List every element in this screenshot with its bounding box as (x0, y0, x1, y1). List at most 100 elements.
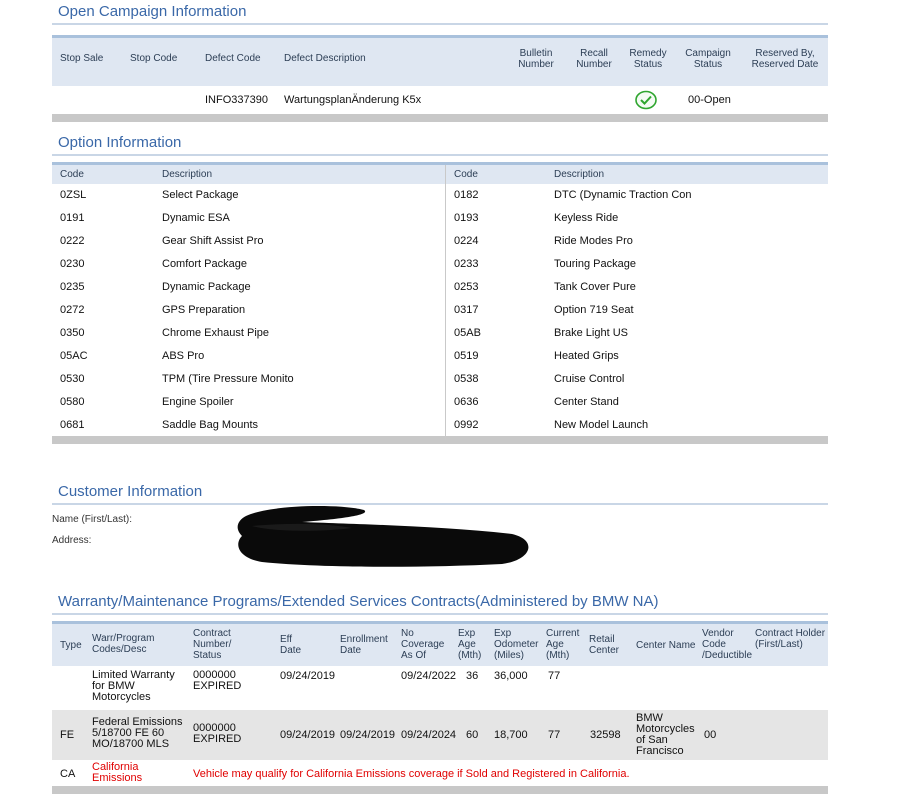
option-code: 0530 (60, 373, 85, 385)
option-code: 0191 (60, 212, 85, 224)
option-code: 0350 (60, 327, 85, 339)
center-name-value: BMW Motorcycles of San Francisco (636, 712, 695, 757)
option-description: TPM (Tire Pressure Monito (162, 373, 294, 385)
col-campaign-status: Campaign Status (685, 48, 731, 70)
options-section: Option Information Code Description Code… (52, 133, 828, 444)
option-row[interactable]: 0235 Dynamic Package 0253 Tank Cover Pure (52, 276, 828, 299)
option-code: 0681 (60, 419, 85, 431)
col-eff-date: Eff Date (280, 634, 302, 656)
contract-value: 0000000 EXPIRED (193, 722, 242, 745)
ca-program-value: California Emissions (92, 761, 143, 784)
warranty-row[interactable]: FE Federal Emissions 5/18700 FE 60 MO/18… (52, 710, 828, 760)
no-coverage-value: 09/24/2022 (401, 670, 457, 682)
option-row[interactable]: 05AC ABS Pro 0519 Heated Grips (52, 345, 828, 368)
current-age-value: 77 (548, 729, 561, 741)
program-value: Limited Warranty for BMW Motorcycles (92, 669, 175, 703)
options-title: Option Information (52, 133, 828, 156)
option-code: 0182 (454, 189, 479, 201)
option-description: Keyless Ride (554, 212, 619, 224)
retail-center-value: 32598 (590, 729, 621, 741)
address-label: Address: (52, 535, 92, 546)
option-code: 0230 (60, 258, 85, 270)
campaign-title: Open Campaign Information (52, 2, 828, 25)
warranty-footer-bar (52, 786, 828, 794)
option-code: 0233 (454, 258, 479, 270)
option-code: 0222 (60, 235, 85, 247)
option-code: 0253 (454, 281, 479, 293)
campaign-row[interactable]: INFO337390 WartungsplanÄnderung K5x 00-O… (52, 86, 828, 114)
option-code: 0272 (60, 304, 85, 316)
col-contract: Contract Number/ Status (193, 628, 232, 661)
name-label: Name (First/Last): (52, 514, 133, 525)
option-row[interactable]: 0580 Engine Spoiler 0636 Center Stand (52, 391, 828, 414)
warranty-ca-row[interactable]: CA California Emissions Vehicle may qual… (52, 760, 828, 786)
no-coverage-value: 09/24/2024 (401, 729, 457, 741)
exp-odometer-value: 18,700 (494, 729, 528, 741)
col-vendor: Vendor Code /Deductible (702, 628, 753, 661)
option-description: Chrome Exhaust Pipe (162, 327, 269, 339)
col-stop-code: Stop Code (130, 53, 178, 64)
type-value: FE (60, 729, 75, 741)
option-code: 0235 (60, 281, 85, 293)
warranty-header-row: Type Warr/Program Codes/Desc Contract Nu… (52, 621, 828, 666)
col-defect-description: Defect Description (284, 53, 366, 64)
options-header-row: Code Description Code Description (52, 162, 828, 184)
option-code: 0317 (454, 304, 479, 316)
campaign-status-value: 00-Open (688, 94, 731, 106)
exp-age-value: 36 (466, 670, 479, 682)
option-description: New Model Launch (554, 419, 649, 431)
option-description: ABS Pro (162, 350, 205, 362)
eff-date-value: 09/24/2019 (280, 729, 336, 741)
ca-type-value: CA (60, 768, 76, 780)
option-row[interactable]: 0230 Comfort Package 0233 Touring Package (52, 253, 828, 276)
program-value: Federal Emissions 5/18700 FE 60 MO/18700… (92, 716, 183, 750)
ca-message: Vehicle may qualify for California Emiss… (193, 768, 630, 780)
option-code: 05AB (454, 327, 481, 339)
eff-date-value: 09/24/2019 (280, 670, 336, 682)
col-bulletin-number: Bulletin Number (518, 48, 554, 70)
option-description: Tank Cover Pure (554, 281, 636, 293)
option-row[interactable]: 0350 Chrome Exhaust Pipe 05AB Brake Light U… (52, 322, 828, 345)
option-code: 0538 (454, 373, 479, 385)
option-row[interactable]: 0530 TPM (Tire Pressure Monito 0538 Cruise … (52, 368, 828, 391)
defect-code-value: INFO337390 (205, 94, 268, 106)
option-code: 0519 (454, 350, 479, 362)
option-description: GPS Preparation (162, 304, 246, 316)
option-description: Option 719 Seat (554, 304, 634, 316)
options-table-body: 0ZSL Select Package 0182 DTC (Dynamic Tract… (52, 165, 828, 440)
warranty-row[interactable]: Limited Warranty for BMW Motorcycles 000… (52, 666, 828, 710)
option-code: 0193 (454, 212, 479, 224)
col-current-age: Current Age (Mth) (546, 628, 580, 661)
check-circle-icon (635, 90, 657, 113)
col-code-left: Code (60, 169, 84, 180)
option-row[interactable]: 0222 Gear Shift Assist Pro 0224 Ride Modes … (52, 230, 828, 253)
col-retail-center: Retail Center (589, 634, 620, 656)
col-description-right: Description (554, 169, 605, 180)
redaction-mark (232, 502, 538, 574)
option-row[interactable]: 0191 Dynamic ESA 0193 Keyless Ride (52, 207, 828, 230)
col-holder: Contract Holder (First/Last) (755, 628, 826, 650)
vendor-value: 00 (704, 729, 717, 741)
option-code: 05AC (60, 350, 88, 362)
option-code: 0992 (454, 419, 479, 431)
col-code-right: Code (454, 169, 478, 180)
option-row[interactable]: 0681 Saddle Bag Mounts 0992 New Model Launc… (52, 414, 828, 437)
option-description: Heated Grips (554, 350, 619, 362)
col-center-name: Center Name (636, 640, 696, 651)
option-description: Dynamic ESA (162, 212, 230, 224)
defect-description-value: WartungsplanÄnderung K5x (284, 94, 422, 106)
option-row[interactable]: 0272 GPS Preparation 0317 Option 719 Seat (52, 299, 828, 322)
option-row[interactable]: 0ZSL Select Package 0182 DTC (Dynamic Tract… (52, 184, 828, 207)
option-code: 0ZSL (60, 189, 87, 201)
col-exp-odometer: Exp Odometer (Miles) (494, 628, 539, 661)
options-footer-bar (52, 436, 828, 444)
exp-odometer-value: 36,000 (494, 670, 528, 682)
option-description: Engine Spoiler (162, 396, 234, 408)
option-description: Gear Shift Assist Pro (162, 235, 264, 247)
col-reserved: Reserved By, Reserved Date (751, 48, 819, 70)
option-description: Select Package (162, 189, 239, 201)
option-description: Ride Modes Pro (554, 235, 633, 247)
option-description: Comfort Package (162, 258, 247, 270)
campaign-header-row: Stop Sale Stop Code Defect Code Defect D… (52, 35, 828, 86)
option-description: Touring Package (554, 258, 636, 270)
